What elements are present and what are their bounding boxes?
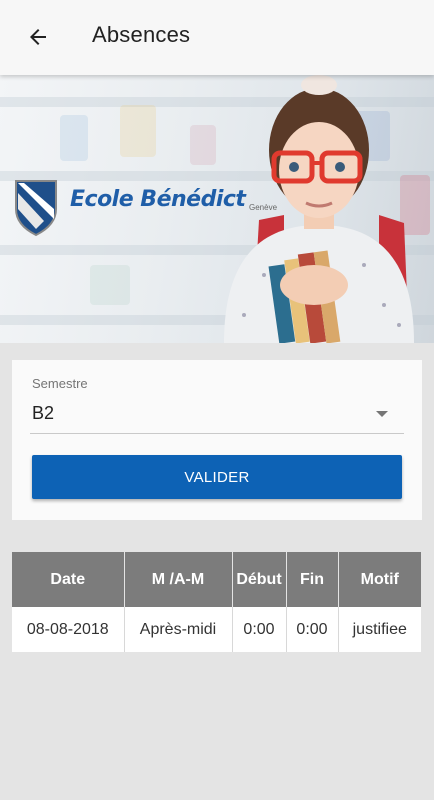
cell-period: Après-midi [124, 607, 233, 652]
cell-reason: justifiee [338, 607, 421, 652]
semester-form-card: Semestre B2 VALIDER [12, 360, 422, 520]
page-title: Absences [92, 22, 191, 47]
header-end: Fin [286, 552, 339, 607]
back-button[interactable] [20, 19, 56, 55]
validate-button[interactable]: VALIDER [32, 455, 402, 499]
header-period: M /A-M [124, 552, 233, 607]
school-banner: Ecole Bénédict Genève [0, 75, 434, 343]
cell-start: 0:00 [232, 607, 287, 652]
semester-label: Semestre [32, 376, 88, 391]
student-photo [224, 75, 414, 343]
semester-select[interactable]: B2 [30, 396, 404, 434]
semester-selected-value: B2 [32, 403, 55, 423]
table-row[interactable]: 08-08-2018 Après-midi 0:00 0:00 justifie… [12, 607, 421, 652]
absences-table: Date M /A-M Début Fin Motif 08-08-2018 A… [12, 552, 421, 652]
table-header-row: Date M /A-M Début Fin Motif [12, 552, 421, 607]
cell-end: 0:00 [286, 607, 339, 652]
chevron-down-icon [376, 411, 388, 417]
header-reason: Motif [338, 552, 421, 607]
arrow-left-icon [30, 29, 46, 45]
app-bar: Absences [0, 0, 434, 75]
cell-date: 08-08-2018 [12, 607, 125, 652]
header-start: Début [232, 552, 287, 607]
header-date: Date [12, 552, 125, 607]
school-crest-icon [15, 180, 57, 237]
